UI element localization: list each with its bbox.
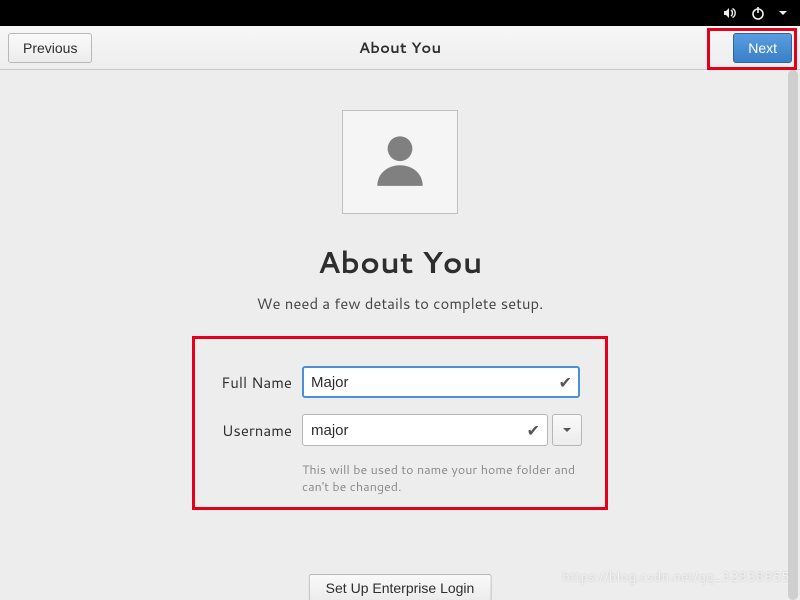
scrollbar[interactable] (786, 70, 800, 600)
volume-icon[interactable] (722, 5, 738, 21)
scrollbar-thumb[interactable] (788, 70, 798, 600)
username-hint: This will be used to name your home fold… (302, 462, 580, 496)
user-details-form: Full Name ✔ Username ✔ This will be used… (192, 336, 608, 510)
full-name-input[interactable] (302, 366, 580, 398)
full-name-row: Full Name ✔ (212, 366, 582, 398)
username-suggestions-button[interactable] (552, 414, 582, 446)
username-label: Username (212, 420, 292, 441)
system-topbar (0, 0, 800, 26)
dropdown-arrow-icon[interactable] (778, 8, 788, 18)
content-area: About You We need a few details to compl… (0, 70, 800, 600)
page-title: About You (318, 240, 483, 283)
headerbar-title: About You (359, 37, 441, 58)
avatar-picker[interactable] (342, 110, 458, 214)
enterprise-login-button[interactable]: Set Up Enterprise Login (309, 574, 492, 600)
page-subtitle: We need a few details to complete setup. (257, 293, 544, 314)
username-row: Username ✔ (212, 414, 582, 446)
previous-button[interactable]: Previous (8, 33, 92, 63)
next-button[interactable]: Next (733, 33, 792, 63)
power-icon[interactable] (750, 5, 766, 21)
headerbar: Previous About You Next (0, 26, 800, 70)
user-avatar-icon (367, 126, 433, 198)
full-name-label: Full Name (212, 372, 292, 393)
username-input[interactable] (302, 414, 548, 446)
